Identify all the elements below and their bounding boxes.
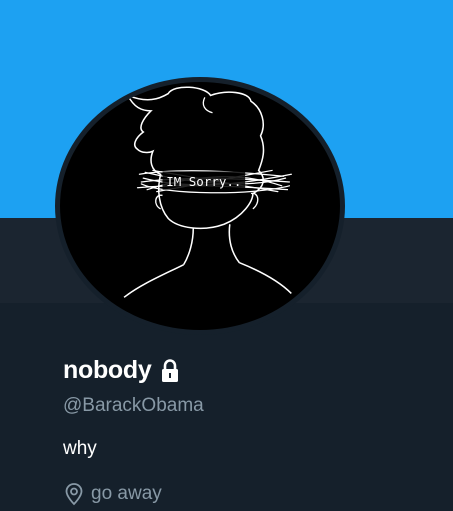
location-text: go away — [91, 483, 162, 504]
lock-icon — [159, 358, 181, 383]
location-pin-icon — [63, 482, 85, 506]
location-row: go away — [63, 482, 162, 506]
name-row: nobody — [63, 356, 181, 385]
avatar-container[interactable]: IM Sorry.. — [55, 77, 345, 335]
avatar-drawn-text: IM Sorry.. — [166, 174, 241, 189]
bio-text: why — [63, 438, 97, 459]
avatar[interactable]: IM Sorry.. — [55, 77, 345, 335]
display-name: nobody — [63, 356, 152, 384]
user-handle: @BarackObama — [63, 395, 204, 416]
avatar-drawing: IM Sorry.. — [123, 86, 292, 298]
